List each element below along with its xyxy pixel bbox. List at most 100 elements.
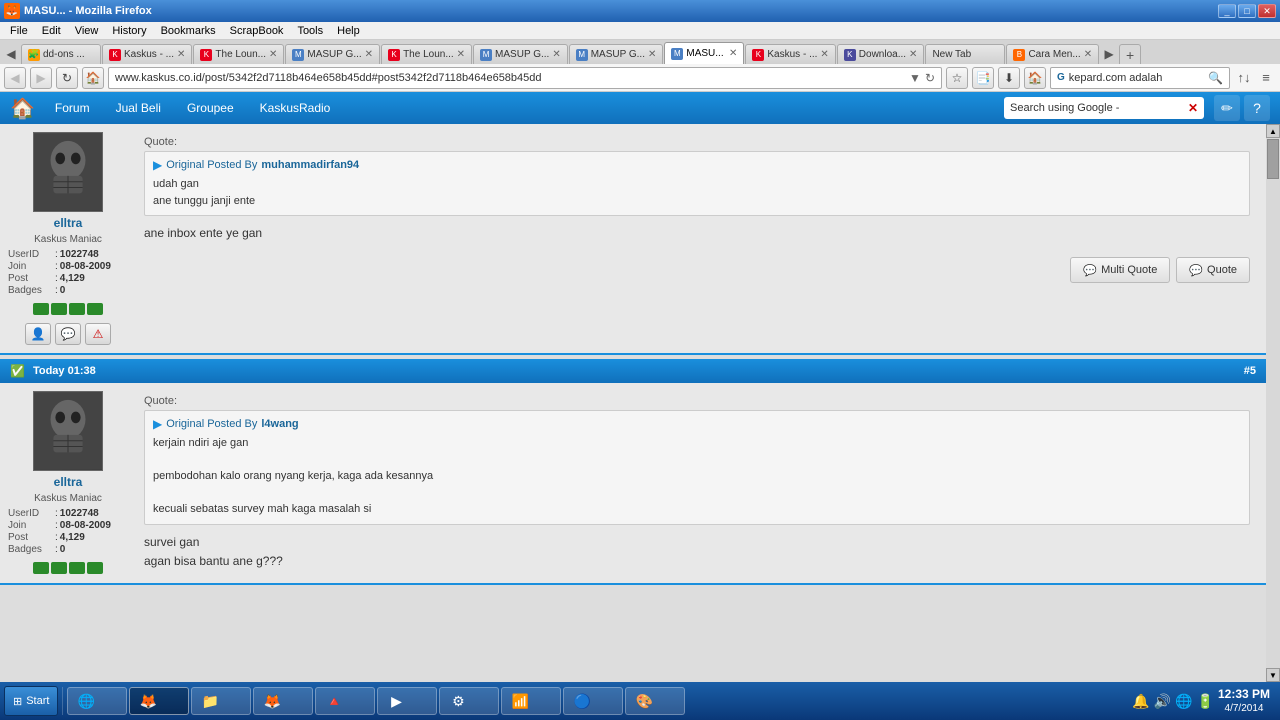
taskbar-3g[interactable]: 📶 [501,687,561,715]
tab-masup3[interactable]: M MASUP G... ✕ [569,44,664,64]
search-submit-icon[interactable]: 🔍 [1208,71,1223,85]
user-action-message[interactable]: 💬 [55,323,81,345]
new-tab-button[interactable]: + [1119,44,1141,64]
tab-close-kaskus2[interactable]: ✕ [820,49,828,60]
address-dropdown-icon[interactable]: ▼ [909,71,921,85]
home-button[interactable]: 🏠 [82,67,104,89]
quote-poster-2[interactable]: l4wang [261,418,298,430]
forward-button[interactable]: ▶ [30,67,52,89]
nav-icon-1[interactable]: ↑↓ [1234,68,1254,88]
tab-close-masup-active[interactable]: ✕ [729,48,737,59]
tab-kaskus2[interactable]: K Kaskus - ... ✕ [745,44,835,64]
tab-close-download[interactable]: ✕ [909,49,917,60]
tab-favicon-masup2: M [480,49,492,61]
search-bar[interactable]: G kepard.com adalah 🔍 [1050,67,1230,89]
tab-cara[interactable]: B Cara Men... ✕ [1006,44,1099,64]
menu-scrapbook[interactable]: ScrapBook [224,24,290,38]
scroll-up-button[interactable]: ▲ [1266,124,1280,138]
kaskus-nav-radio[interactable]: KaskusRadio [248,95,343,121]
tab-close-masup3[interactable]: ✕ [648,49,656,60]
scroll-thumb[interactable] [1267,139,1279,179]
taskbar-firefox[interactable]: 🦊 [129,687,189,715]
scroll-down-button[interactable]: ▼ [1266,668,1280,682]
quote-label: Quote [1207,264,1237,276]
nav-icon-2[interactable]: ≡ [1256,68,1276,88]
tab-scroll-left[interactable]: ◀ [2,44,20,64]
taskbar-separator-1 [62,687,63,715]
menu-tools[interactable]: Tools [291,24,329,38]
tab-lounge2[interactable]: K The Loun... ✕ [381,44,472,64]
quote-label-1: Quote: [144,136,1250,148]
userid-val-2: 1022748 [60,508,99,519]
kaskus-search-close-icon[interactable]: ✕ [1188,101,1198,115]
menu-view[interactable]: View [69,24,105,38]
username-2[interactable]: elltra [54,475,83,489]
tab-masup-active[interactable]: M MASU... ✕ [664,42,744,64]
taskbar-chrome[interactable]: 🌐 [67,687,127,715]
menu-help[interactable]: Help [331,24,366,38]
kaskus-home-logo[interactable]: 🏠 [10,96,35,121]
tab-scroll-right[interactable]: ▶ [1100,44,1118,64]
menu-edit[interactable]: Edit [36,24,67,38]
bookmark-manage[interactable]: 📑 [972,67,994,89]
tab-newtab[interactable]: New Tab [925,44,1005,64]
quote-line-2-blank [153,452,1241,469]
taskbar-firefox2[interactable]: 🦊 [253,687,313,715]
download-btn[interactable]: ⬇ [998,67,1020,89]
tab-lounge1[interactable]: K The Loun... ✕ [193,44,284,64]
start-button[interactable]: ⊞ Start [4,686,58,716]
tray-icon-1[interactable]: 🔔 [1132,693,1149,710]
tab-close-masup1[interactable]: ✕ [365,49,373,60]
taskbar-vlc[interactable]: 🔺 [315,687,375,715]
username-1[interactable]: elltra [54,216,83,230]
address-refresh-icon[interactable]: ↻ [925,71,935,85]
tray-icon-2[interactable]: 🔊 [1154,693,1171,710]
user-action-profile[interactable]: 👤 [25,323,51,345]
nav-home-icon[interactable]: 🏠 [1024,67,1046,89]
tray-icon-battery[interactable]: 🔋 [1197,693,1214,710]
quote-text-1: udah gan ane tunggu janji ente [153,176,1241,209]
tab-download[interactable]: K Downloa... ✕ [837,44,925,64]
tab-masup1[interactable]: M MASUP G... ✕ [285,44,380,64]
tab-kaskus1[interactable]: K Kaskus - ... ✕ [102,44,192,64]
maximize-button[interactable]: □ [1238,4,1256,18]
address-bar[interactable]: www.kaskus.co.id/post/5342f2d7118b464e65… [108,67,942,89]
taskbar-ie[interactable]: 🔵 [563,687,623,715]
kaskus-nav-groupee[interactable]: Groupee [175,95,246,121]
tab-close-masup2[interactable]: ✕ [552,49,560,60]
kaskus-nav-forum[interactable]: Forum [43,95,102,121]
tab-addons[interactable]: 🧩 dd-ons ... [21,44,101,64]
taskbar-wmp[interactable]: ▶ [377,687,437,715]
taskbar-explorer[interactable]: 📁 [191,687,251,715]
bookmark-star[interactable]: ☆ [946,67,968,89]
menu-bookmarks[interactable]: Bookmarks [155,24,222,38]
taskbar-paint[interactable]: 🎨 [625,687,685,715]
kaskus-nav-jualbeli[interactable]: Jual Beli [104,95,173,121]
kaskus-edit-icon[interactable]: ✏ [1214,95,1240,121]
system-clock[interactable]: 12:33 PM 4/7/2014 [1218,687,1270,716]
tab-masup2[interactable]: M MASUP G... ✕ [473,44,568,64]
quote-button[interactable]: 💬 Quote [1176,257,1250,283]
tab-close-lounge2[interactable]: ✕ [457,49,465,60]
tab-close-lounge1[interactable]: ✕ [269,49,277,60]
tab-favicon-lounge2: K [388,49,400,61]
kaskus-search-input[interactable] [1010,102,1184,114]
val-join: : [55,261,58,272]
minimize-button[interactable]: _ [1218,4,1236,18]
multi-quote-button[interactable]: 💬 Multi Quote [1070,257,1170,283]
tab-close-cara[interactable]: ✕ [1084,49,1092,60]
tray-icon-3[interactable]: 🌐 [1175,693,1192,710]
back-button[interactable]: ◀ [4,67,26,89]
menu-file[interactable]: File [4,24,34,38]
user-action-warn[interactable]: ⚠ [85,323,111,345]
menu-history[interactable]: History [106,24,152,38]
reload-button[interactable]: ↻ [56,67,78,89]
close-button[interactable]: ✕ [1258,4,1276,18]
kaskus-search-bar[interactable]: ✕ [1004,97,1204,119]
taskbar-app1[interactable]: ⚙ [439,687,499,715]
label-badges-2: Badges [8,544,53,555]
kaskus-help-icon[interactable]: ? [1244,95,1270,121]
quote-poster-1[interactable]: muhammadirfan94 [261,159,359,171]
tab-favicon-masup3: M [576,49,588,61]
tab-close-kaskus1[interactable]: ✕ [177,49,185,60]
